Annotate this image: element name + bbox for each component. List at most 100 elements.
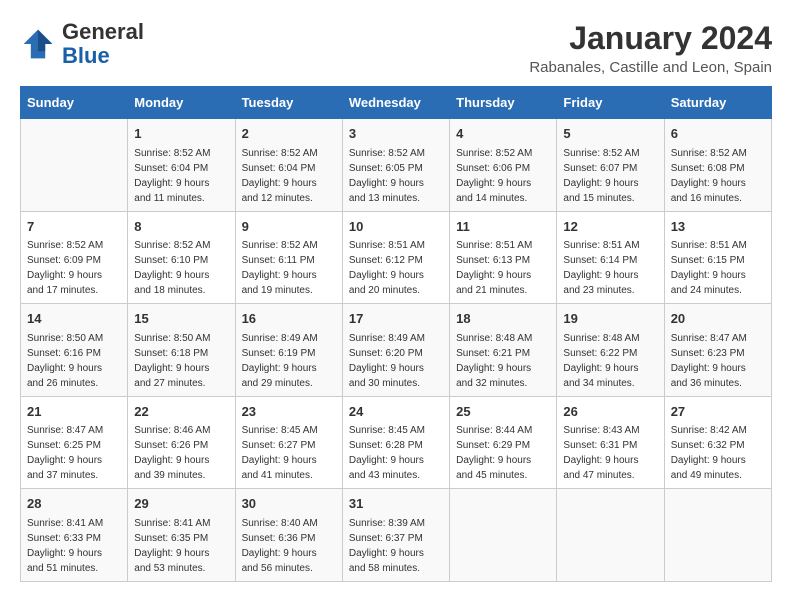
logo-text: General Blue <box>62 20 144 68</box>
calendar-table: SundayMondayTuesdayWednesdayThursdayFrid… <box>20 86 772 582</box>
calendar-cell: 21Sunrise: 8:47 AMSunset: 6:25 PMDayligh… <box>21 396 128 489</box>
day-info: Sunrise: 8:45 AMSunset: 6:27 PMDaylight:… <box>242 423 336 483</box>
day-number: 27 <box>671 402 765 422</box>
calendar-cell: 29Sunrise: 8:41 AMSunset: 6:35 PMDayligh… <box>128 489 235 582</box>
day-number: 28 <box>27 494 121 514</box>
header-wednesday: Wednesday <box>342 87 449 119</box>
day-info: Sunrise: 8:52 AMSunset: 6:04 PMDaylight:… <box>134 146 228 206</box>
day-info: Sunrise: 8:44 AMSunset: 6:29 PMDaylight:… <box>456 423 550 483</box>
location-subtitle: Rabanales, Castille and Leon, Spain <box>529 59 772 76</box>
header-saturday: Saturday <box>664 87 771 119</box>
header-friday: Friday <box>557 87 664 119</box>
day-info: Sunrise: 8:51 AMSunset: 6:15 PMDaylight:… <box>671 238 765 298</box>
header-monday: Monday <box>128 87 235 119</box>
day-number: 21 <box>27 402 121 422</box>
day-number: 9 <box>242 217 336 237</box>
day-info: Sunrise: 8:52 AMSunset: 6:04 PMDaylight:… <box>242 146 336 206</box>
logo: General Blue <box>20 20 144 68</box>
day-number: 15 <box>134 309 228 329</box>
calendar-cell: 15Sunrise: 8:50 AMSunset: 6:18 PMDayligh… <box>128 304 235 397</box>
day-number: 23 <box>242 402 336 422</box>
calendar-cell: 18Sunrise: 8:48 AMSunset: 6:21 PMDayligh… <box>450 304 557 397</box>
calendar-cell: 19Sunrise: 8:48 AMSunset: 6:22 PMDayligh… <box>557 304 664 397</box>
calendar-cell: 26Sunrise: 8:43 AMSunset: 6:31 PMDayligh… <box>557 396 664 489</box>
day-info: Sunrise: 8:48 AMSunset: 6:21 PMDaylight:… <box>456 331 550 391</box>
header-tuesday: Tuesday <box>235 87 342 119</box>
month-year-title: January 2024 <box>529 20 772 57</box>
logo-icon <box>20 26 56 62</box>
calendar-cell <box>557 489 664 582</box>
calendar-cell: 14Sunrise: 8:50 AMSunset: 6:16 PMDayligh… <box>21 304 128 397</box>
calendar-cell: 13Sunrise: 8:51 AMSunset: 6:15 PMDayligh… <box>664 211 771 304</box>
calendar-cell: 31Sunrise: 8:39 AMSunset: 6:37 PMDayligh… <box>342 489 449 582</box>
calendar-cell: 20Sunrise: 8:47 AMSunset: 6:23 PMDayligh… <box>664 304 771 397</box>
day-number: 22 <box>134 402 228 422</box>
day-info: Sunrise: 8:48 AMSunset: 6:22 PMDaylight:… <box>563 331 657 391</box>
day-number: 6 <box>671 124 765 144</box>
day-info: Sunrise: 8:41 AMSunset: 6:35 PMDaylight:… <box>134 516 228 576</box>
day-number: 1 <box>134 124 228 144</box>
day-info: Sunrise: 8:50 AMSunset: 6:16 PMDaylight:… <box>27 331 121 391</box>
day-number: 17 <box>349 309 443 329</box>
calendar-cell <box>21 119 128 212</box>
day-number: 13 <box>671 217 765 237</box>
calendar-cell: 17Sunrise: 8:49 AMSunset: 6:20 PMDayligh… <box>342 304 449 397</box>
calendar-cell: 11Sunrise: 8:51 AMSunset: 6:13 PMDayligh… <box>450 211 557 304</box>
day-number: 31 <box>349 494 443 514</box>
day-number: 14 <box>27 309 121 329</box>
day-number: 3 <box>349 124 443 144</box>
day-number: 18 <box>456 309 550 329</box>
day-info: Sunrise: 8:45 AMSunset: 6:28 PMDaylight:… <box>349 423 443 483</box>
day-info: Sunrise: 8:52 AMSunset: 6:06 PMDaylight:… <box>456 146 550 206</box>
calendar-cell: 3Sunrise: 8:52 AMSunset: 6:05 PMDaylight… <box>342 119 449 212</box>
day-number: 19 <box>563 309 657 329</box>
calendar-week-row: 28Sunrise: 8:41 AMSunset: 6:33 PMDayligh… <box>21 489 772 582</box>
calendar-cell: 16Sunrise: 8:49 AMSunset: 6:19 PMDayligh… <box>235 304 342 397</box>
day-info: Sunrise: 8:41 AMSunset: 6:33 PMDaylight:… <box>27 516 121 576</box>
day-number: 26 <box>563 402 657 422</box>
header-sunday: Sunday <box>21 87 128 119</box>
calendar-cell: 23Sunrise: 8:45 AMSunset: 6:27 PMDayligh… <box>235 396 342 489</box>
calendar-cell: 27Sunrise: 8:42 AMSunset: 6:32 PMDayligh… <box>664 396 771 489</box>
calendar-cell: 30Sunrise: 8:40 AMSunset: 6:36 PMDayligh… <box>235 489 342 582</box>
calendar-cell: 28Sunrise: 8:41 AMSunset: 6:33 PMDayligh… <box>21 489 128 582</box>
calendar-cell <box>664 489 771 582</box>
day-number: 29 <box>134 494 228 514</box>
calendar-header-row: SundayMondayTuesdayWednesdayThursdayFrid… <box>21 87 772 119</box>
calendar-cell: 25Sunrise: 8:44 AMSunset: 6:29 PMDayligh… <box>450 396 557 489</box>
day-info: Sunrise: 8:43 AMSunset: 6:31 PMDaylight:… <box>563 423 657 483</box>
day-info: Sunrise: 8:52 AMSunset: 6:09 PMDaylight:… <box>27 238 121 298</box>
day-number: 30 <box>242 494 336 514</box>
calendar-cell: 5Sunrise: 8:52 AMSunset: 6:07 PMDaylight… <box>557 119 664 212</box>
day-number: 8 <box>134 217 228 237</box>
day-info: Sunrise: 8:52 AMSunset: 6:07 PMDaylight:… <box>563 146 657 206</box>
header-thursday: Thursday <box>450 87 557 119</box>
calendar-cell: 8Sunrise: 8:52 AMSunset: 6:10 PMDaylight… <box>128 211 235 304</box>
day-number: 2 <box>242 124 336 144</box>
day-info: Sunrise: 8:52 AMSunset: 6:08 PMDaylight:… <box>671 146 765 206</box>
day-info: Sunrise: 8:42 AMSunset: 6:32 PMDaylight:… <box>671 423 765 483</box>
page-header: General Blue January 2024 Rabanales, Cas… <box>20 20 772 76</box>
calendar-cell: 22Sunrise: 8:46 AMSunset: 6:26 PMDayligh… <box>128 396 235 489</box>
day-info: Sunrise: 8:49 AMSunset: 6:19 PMDaylight:… <box>242 331 336 391</box>
day-number: 5 <box>563 124 657 144</box>
day-number: 10 <box>349 217 443 237</box>
day-number: 20 <box>671 309 765 329</box>
calendar-week-row: 1Sunrise: 8:52 AMSunset: 6:04 PMDaylight… <box>21 119 772 212</box>
calendar-cell: 4Sunrise: 8:52 AMSunset: 6:06 PMDaylight… <box>450 119 557 212</box>
day-info: Sunrise: 8:51 AMSunset: 6:13 PMDaylight:… <box>456 238 550 298</box>
calendar-week-row: 7Sunrise: 8:52 AMSunset: 6:09 PMDaylight… <box>21 211 772 304</box>
day-info: Sunrise: 8:52 AMSunset: 6:11 PMDaylight:… <box>242 238 336 298</box>
day-number: 24 <box>349 402 443 422</box>
day-number: 12 <box>563 217 657 237</box>
day-number: 25 <box>456 402 550 422</box>
day-number: 11 <box>456 217 550 237</box>
day-info: Sunrise: 8:52 AMSunset: 6:05 PMDaylight:… <box>349 146 443 206</box>
calendar-week-row: 21Sunrise: 8:47 AMSunset: 6:25 PMDayligh… <box>21 396 772 489</box>
day-info: Sunrise: 8:51 AMSunset: 6:12 PMDaylight:… <box>349 238 443 298</box>
day-number: 16 <box>242 309 336 329</box>
day-number: 7 <box>27 217 121 237</box>
day-info: Sunrise: 8:49 AMSunset: 6:20 PMDaylight:… <box>349 331 443 391</box>
calendar-cell: 2Sunrise: 8:52 AMSunset: 6:04 PMDaylight… <box>235 119 342 212</box>
calendar-cell: 7Sunrise: 8:52 AMSunset: 6:09 PMDaylight… <box>21 211 128 304</box>
